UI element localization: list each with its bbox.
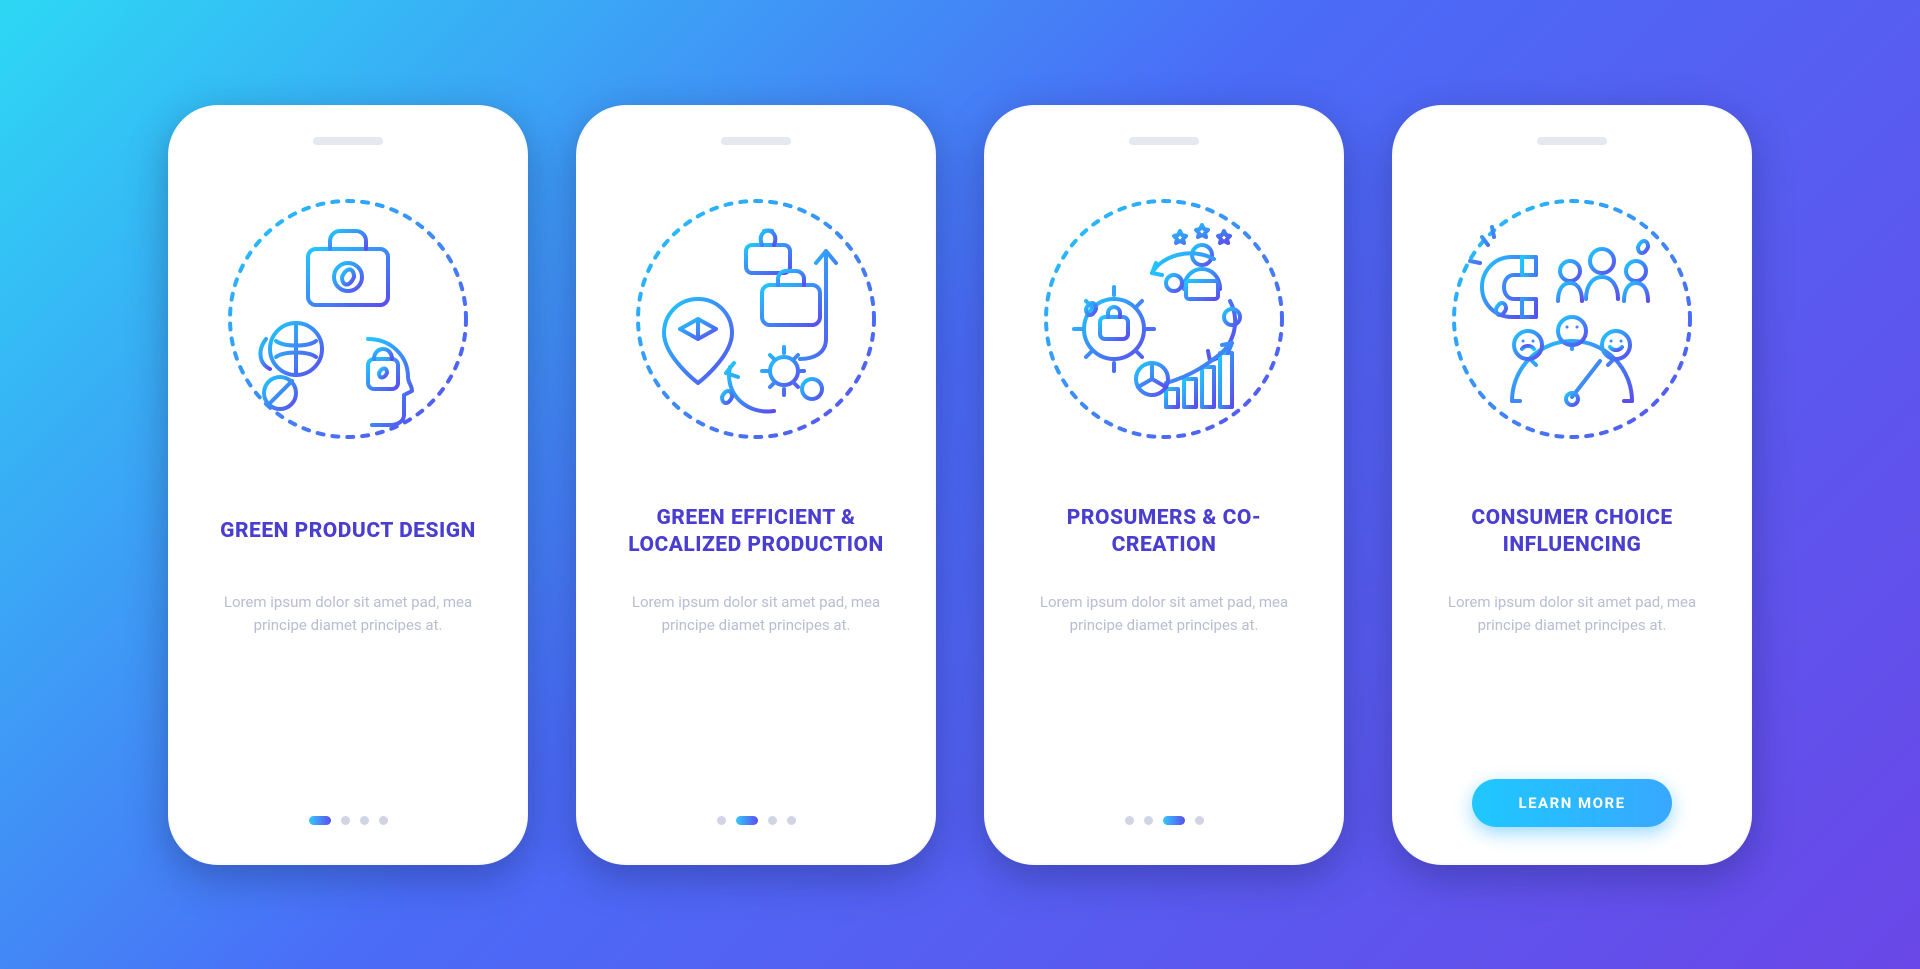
page-dot-1[interactable] xyxy=(717,816,726,825)
page-dot-2[interactable] xyxy=(736,816,758,825)
page-indicator xyxy=(1125,816,1204,837)
onboarding-screen-2: GREEN EFFICIENT & LOCALIZED PRODUCTION L… xyxy=(576,105,936,865)
page-dot-1[interactable] xyxy=(309,816,331,825)
onboarding-screen-3: PROSUMERS & CO-CREATION Lorem ipsum dolo… xyxy=(984,105,1344,865)
phone-notch xyxy=(1537,137,1607,145)
page-dot-3[interactable] xyxy=(1163,816,1185,825)
screen-title: PROSUMERS & CO-CREATION xyxy=(1024,493,1304,571)
page-indicator xyxy=(717,816,796,837)
page-dot-1[interactable] xyxy=(1125,816,1134,825)
page-dot-4[interactable] xyxy=(379,816,388,825)
page-indicator xyxy=(309,816,388,837)
screen-body: Lorem ipsum dolor sit amet pad, mea prin… xyxy=(1442,591,1702,638)
page-dot-2[interactable] xyxy=(1144,816,1153,825)
learn-more-button[interactable]: LEARN MORE xyxy=(1472,779,1672,827)
green-product-design-icon xyxy=(218,189,478,449)
onboarding-stage: GREEN PRODUCT DESIGN Lorem ipsum dolor s… xyxy=(168,105,1752,865)
consumer-choice-icon xyxy=(1442,189,1702,449)
screen-body: Lorem ipsum dolor sit amet pad, mea prin… xyxy=(1034,591,1294,638)
page-dot-3[interactable] xyxy=(360,816,369,825)
page-dot-4[interactable] xyxy=(787,816,796,825)
phone-notch xyxy=(721,137,791,145)
page-dot-2[interactable] xyxy=(341,816,350,825)
onboarding-screen-4: CONSUMER CHOICE INFLUENCING Lorem ipsum … xyxy=(1392,105,1752,865)
page-dot-3[interactable] xyxy=(768,816,777,825)
onboarding-screen-1: GREEN PRODUCT DESIGN Lorem ipsum dolor s… xyxy=(168,105,528,865)
screen-body: Lorem ipsum dolor sit amet pad, mea prin… xyxy=(218,591,478,638)
screen-title: GREEN PRODUCT DESIGN xyxy=(220,493,476,571)
screen-title: GREEN EFFICIENT & LOCALIZED PRODUCTION xyxy=(616,493,896,571)
phone-notch xyxy=(1129,137,1199,145)
prosumers-cocreation-icon xyxy=(1034,189,1294,449)
page-dot-4[interactable] xyxy=(1195,816,1204,825)
screen-body: Lorem ipsum dolor sit amet pad, mea prin… xyxy=(626,591,886,638)
phone-notch xyxy=(313,137,383,145)
localized-production-icon xyxy=(626,189,886,449)
screen-title: CONSUMER CHOICE INFLUENCING xyxy=(1432,493,1712,571)
